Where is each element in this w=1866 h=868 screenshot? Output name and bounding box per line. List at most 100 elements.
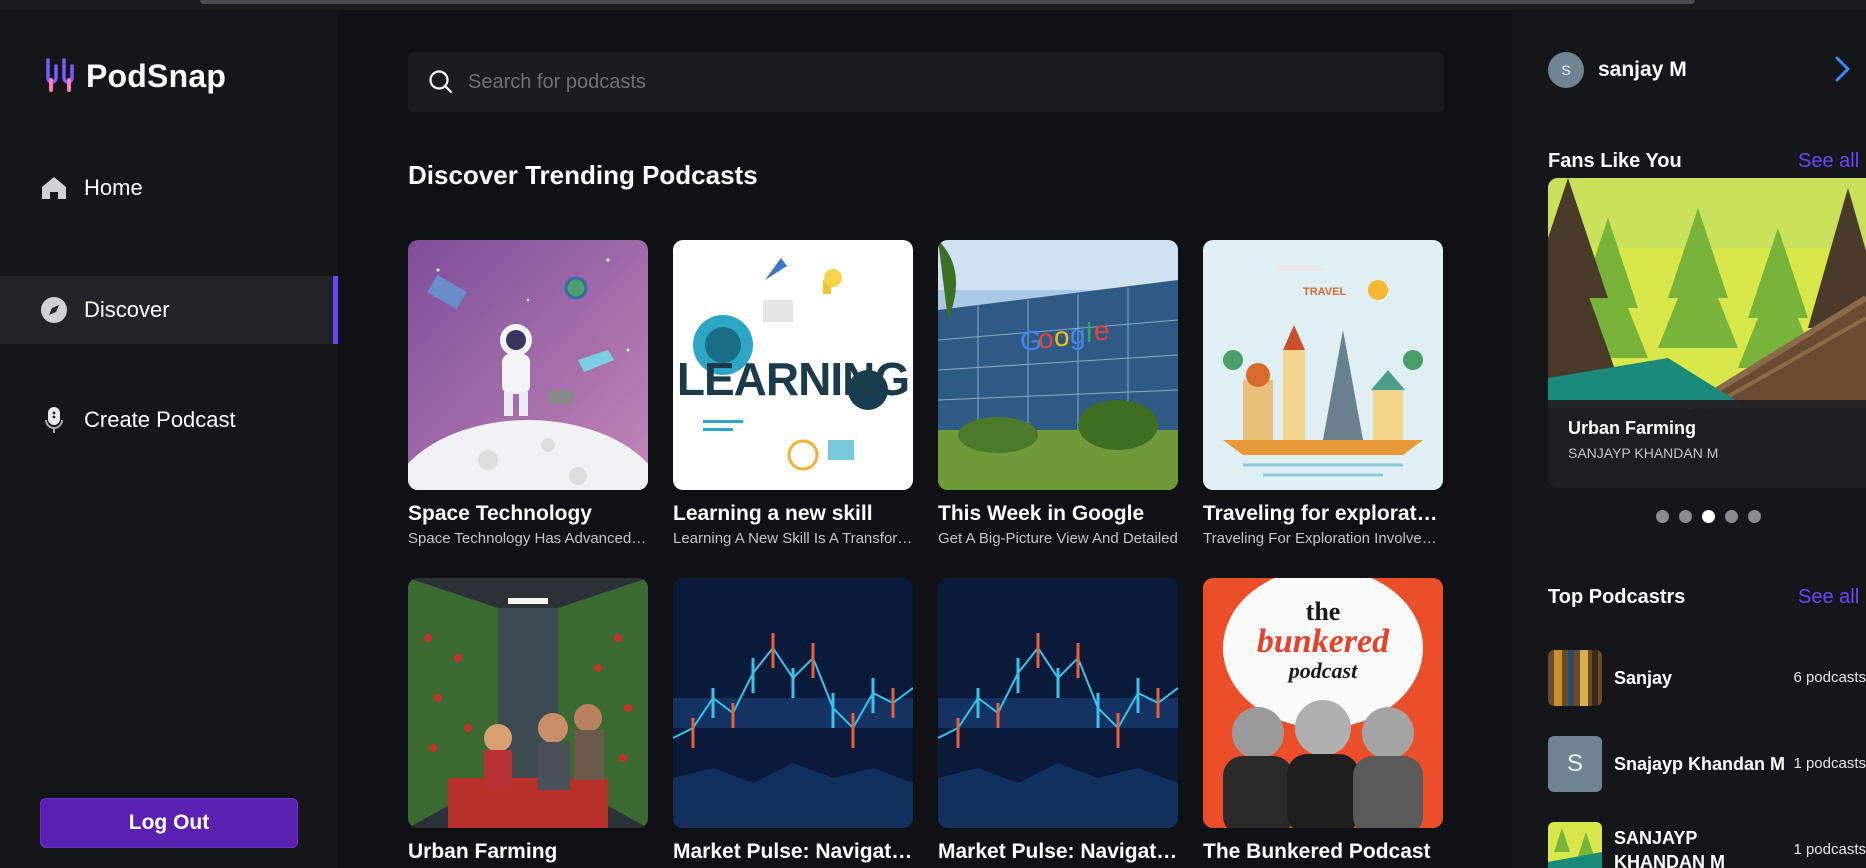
carousel-dot[interactable] (1725, 510, 1738, 523)
user-name[interactable]: sanjay M (1598, 58, 1687, 82)
chevron-right-icon[interactable] (1832, 56, 1852, 82)
carousel-dot-active[interactable] (1702, 510, 1715, 523)
top-podcasters-heading: Top Podcastrs (1548, 586, 1686, 608)
podcast-thumbnail[interactable] (938, 578, 1178, 828)
search-input[interactable] (468, 70, 1408, 94)
avatar[interactable]: S (1548, 52, 1584, 88)
podcast-title[interactable]: Space Technology (408, 502, 648, 526)
search-bar[interactable] (408, 52, 1444, 112)
travel-artwork: TRAVEL (1203, 240, 1443, 490)
app-name: PodSnap (86, 57, 227, 94)
market-chart-artwork (673, 578, 913, 828)
fan-podcast-card[interactable]: Urban Farming SANJAYP KHANDAN M (1548, 178, 1866, 488)
podcast-card[interactable]: Market Pulse: Navigating the Markets (938, 578, 1178, 868)
podcaster-thumbnail[interactable]: S (1548, 736, 1602, 792)
podcast-title[interactable]: Traveling for exploration (1203, 502, 1443, 526)
nav-label: Create Podcast (84, 407, 236, 432)
bunkered-podcast-artwork: the bunkered podcast (1203, 578, 1443, 828)
podcast-thumbnail[interactable] (673, 578, 913, 828)
podcast-thumbnail[interactable]: TRAVEL (1203, 240, 1443, 490)
logout-button[interactable]: Log Out (40, 798, 298, 848)
podcast-thumbnail[interactable]: G o o g l e (938, 240, 1178, 490)
podcast-card[interactable]: Space Technology Space Technology Has Ad… (408, 240, 648, 547)
market-chart-artwork (938, 578, 1178, 828)
podcast-title[interactable]: The Bunkered Podcast (1203, 840, 1443, 864)
svg-text:o: o (1054, 321, 1070, 352)
fans-see-all-link[interactable]: See all (1798, 150, 1859, 173)
svg-text:o: o (1038, 323, 1054, 354)
nav-item-home[interactable]: Home (0, 154, 338, 222)
left-sidebar: PodSnap Home Discover Create Podcast Log… (0, 10, 338, 868)
svg-text:podcast: podcast (1287, 658, 1358, 683)
podcast-description: Get A Big-Picture View And Detailed (938, 530, 1178, 547)
space-artwork (408, 240, 648, 490)
nav-label: Discover (84, 297, 170, 322)
browser-top-bar (0, 0, 1866, 10)
forest-thumb-artwork (1548, 822, 1602, 868)
svg-text:LEARNING: LEARNING (677, 353, 909, 405)
carousel-dot[interactable] (1679, 510, 1692, 523)
top-podcaster-item[interactable]: S Snajayp Khandan M 1 podcasts (1548, 736, 1866, 792)
podcaster-name[interactable]: SANJAYP KHANDAN M (1614, 826, 1786, 868)
podcast-card[interactable]: Urban Farming (408, 578, 648, 868)
home-icon (40, 174, 68, 202)
podcast-description: Space Technology Has Advanced Rapidly (408, 530, 648, 547)
nav-label: Home (84, 175, 143, 200)
microphone-icon (40, 406, 68, 434)
right-sidebar: S sanjay M Fans Like You See all Urban F… (1512, 10, 1866, 868)
podcast-card[interactable]: G o o g l e This Week in Google Get A Bi… (938, 240, 1178, 547)
podcast-card[interactable]: the bunkered podcast The Bunkered Podcas… (1203, 578, 1443, 868)
podcast-card[interactable]: Market Pulse: Navigating the Markets (673, 578, 913, 868)
nav-item-create-podcast[interactable]: Create Podcast (0, 386, 338, 454)
learning-artwork: LEARNING (673, 240, 913, 490)
podcaster-thumbnail[interactable] (1548, 822, 1602, 868)
podcast-title[interactable]: This Week in Google (938, 502, 1178, 526)
podcaster-name[interactable]: Sanjay (1614, 666, 1786, 690)
podcast-title[interactable]: Market Pulse: Navigating the Markets (673, 840, 913, 864)
podcaster-thumbnail[interactable] (1548, 650, 1602, 706)
podcast-description: Learning A New Skill Is A Transformative (673, 530, 913, 547)
abstract-artwork (1548, 650, 1602, 706)
fan-podcast-title[interactable]: Urban Farming (1568, 418, 1846, 439)
podcast-title[interactable]: Urban Farming (408, 840, 648, 864)
svg-text:the: the (1306, 597, 1341, 626)
google-building-artwork: G o o g l e (938, 240, 1178, 490)
podcast-card[interactable]: LEARNING Learning a new skill Learning A… (673, 240, 913, 547)
carousel-dot[interactable] (1656, 510, 1669, 523)
top-podcaster-item[interactable]: SANJAYP KHANDAN M 1 podcasts (1548, 822, 1866, 868)
compass-icon (40, 296, 68, 324)
svg-text:TRAVEL: TRAVEL (1303, 286, 1346, 298)
user-profile[interactable]: S sanjay M (1548, 52, 1687, 88)
top-see-all-link[interactable]: See all (1798, 586, 1859, 609)
podcast-count: 6 podcasts (1793, 669, 1866, 686)
svg-text:bunkered: bunkered (1257, 623, 1390, 660)
svg-text:g: g (1070, 319, 1086, 350)
carousel-dots (1656, 510, 1761, 523)
podcaster-name[interactable]: Snajayp Khandan M (1614, 752, 1786, 776)
svg-text:e: e (1094, 315, 1110, 346)
podcast-thumbnail[interactable] (408, 578, 648, 828)
top-podcaster-item[interactable]: Sanjay 6 podcasts (1548, 650, 1866, 706)
podcast-thumbnail[interactable] (408, 240, 648, 490)
podcast-count: 1 podcasts (1793, 841, 1866, 858)
fan-card-info: Urban Farming SANJAYP KHANDAN M (1548, 400, 1866, 488)
fans-heading: Fans Like You (1548, 150, 1682, 172)
podcast-card[interactable]: TRAVEL Traveling for exploration Traveli… (1203, 240, 1443, 547)
podcast-thumbnail[interactable]: the bunkered podcast (1203, 578, 1443, 828)
svg-text:l: l (1086, 317, 1092, 348)
nav-item-discover[interactable]: Discover (0, 276, 338, 344)
podcaster-initial: S (1566, 750, 1583, 777)
podcast-title[interactable]: Market Pulse: Navigating the Markets (938, 840, 1178, 864)
app-logo[interactable]: PodSnap (42, 56, 226, 96)
farming-artwork (408, 578, 648, 828)
carousel-dot[interactable] (1748, 510, 1761, 523)
headphones-logo-icon (46, 58, 74, 92)
podcast-count: 1 podcasts (1793, 755, 1866, 772)
main-content: Discover Trending Podcasts (338, 10, 1512, 868)
search-icon (429, 70, 453, 94)
podcast-description: Traveling For Exploration Involves Visit… (1203, 530, 1443, 547)
podcast-title[interactable]: Learning a new skill (673, 502, 913, 526)
podcast-thumbnail[interactable]: LEARNING (673, 240, 913, 490)
scroll-indicator (200, 0, 1695, 4)
fan-podcast-author: SANJAYP KHANDAN M (1568, 445, 1719, 461)
